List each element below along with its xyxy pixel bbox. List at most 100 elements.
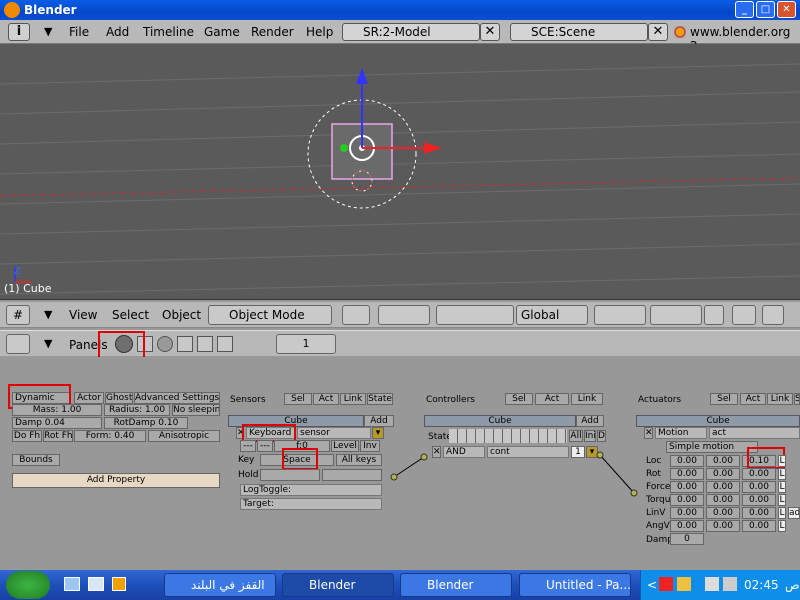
state-ini-button[interactable]: Ini [584,430,596,442]
start-button[interactable] [6,571,50,599]
actuator-delete-icon[interactable]: ✕ [644,427,653,439]
orientation-selector[interactable]: Global [516,305,588,325]
sensors-state-button[interactable]: State [367,393,393,405]
linv-add-toggle[interactable]: ad [788,507,800,519]
actuators-sel-button[interactable]: Sel [710,393,738,405]
show-desktop-icon[interactable] [64,577,80,591]
chevron-down-icon[interactable]: ▼ [44,337,52,350]
ghost-button[interactable]: Ghost [105,392,133,404]
target-field[interactable]: Target: [240,498,382,510]
angv-z-field[interactable]: 0.00 [742,520,776,532]
angv-x-field[interactable]: 0.00 [670,520,704,532]
manipulator-buttons[interactable] [436,305,514,325]
torque-x-field[interactable]: 0.00 [670,494,704,506]
close-button[interactable]: ✕ [777,1,796,18]
rot-y-field[interactable]: 0.00 [706,468,740,480]
sensor-expand-icon[interactable]: ▾ [372,427,384,439]
bounds-button[interactable]: Bounds [12,454,60,466]
sensors-link-button[interactable]: Link [340,393,366,405]
torque-local-toggle[interactable]: L [778,494,786,506]
taskbar-item-blender-2[interactable]: Blender [400,573,512,597]
pulse-true-button[interactable]: --- [240,440,256,452]
scene-delete-button[interactable]: ✕ [648,23,668,41]
minimize-button[interactable]: _ [735,1,754,18]
anisotropic-button[interactable]: Anisotropic [148,430,220,442]
menu-timeline[interactable]: Timeline [143,25,194,39]
chevron-left-icon[interactable]: < [647,578,657,592]
layer-buttons[interactable] [594,305,646,325]
force-local-toggle[interactable]: L [778,481,786,493]
rot-x-field[interactable]: 0.00 [670,468,704,480]
do-fh-button[interactable]: Do Fh [12,430,42,442]
force-x-field[interactable]: 0.00 [670,481,704,493]
taskbar-item-blender-1[interactable]: Blender [282,573,394,597]
level-button[interactable]: Level [331,440,359,452]
scene-panel-icon[interactable] [217,336,233,352]
link-icon[interactable] [732,305,756,325]
taskbar-item-browser[interactable]: القفز في البلند [164,573,276,597]
menu-file[interactable]: File [69,25,89,39]
menu-game[interactable]: Game [204,25,240,39]
actuators-link-button[interactable]: Link [767,393,793,405]
actuators-state-button[interactable]: S [794,393,800,405]
rot-z-field[interactable]: 0.00 [742,468,776,480]
linv-y-field[interactable]: 0.00 [706,507,740,519]
angv-local-toggle[interactable]: L [778,520,786,532]
controllers-act-button[interactable]: Act [535,393,569,405]
form-field[interactable]: Form: 0.40 [74,430,146,442]
actuators-act-button[interactable]: Act [740,393,766,405]
controllers-link-button[interactable]: Link [571,393,603,405]
radius-field[interactable]: Radius: 1.00 [104,404,170,416]
sensors-act-button[interactable]: Act [313,393,339,405]
switch-windows-icon[interactable] [88,577,104,591]
state-grid[interactable] [449,429,567,443]
hold-field-1[interactable] [260,469,320,481]
no-sleeping-button[interactable]: No sleeping [172,404,220,416]
add-property-button[interactable]: Add Property [12,473,220,488]
state-debug-button[interactable]: D [597,430,606,442]
invert-button[interactable]: Inv [360,440,380,452]
damp-slider[interactable]: Damp 0.04 [12,417,102,429]
chevron-down-icon[interactable]: ▼ [44,308,52,321]
select-menu[interactable]: Select [112,308,149,322]
screen-delete-button[interactable]: ✕ [480,23,500,41]
taskbar-item-paint[interactable]: Untitled - Pa... [519,573,631,597]
view-menu[interactable]: View [69,308,97,322]
page-field[interactable]: 1 [276,334,336,354]
menu-help[interactable]: Help [306,25,333,39]
info-icon[interactable]: i [8,23,30,41]
controllers-add-button[interactable]: Add [576,415,604,427]
loc-local-toggle[interactable]: L [778,455,786,467]
tray-app-icon-2[interactable] [677,577,691,591]
rotdamp-slider[interactable]: RotDamp 0.10 [104,417,188,429]
editor-type-icon[interactable] [6,334,30,354]
network-icon[interactable] [705,577,719,591]
all-keys-button[interactable]: All keys [336,454,382,466]
screen-selector[interactable]: SR:2-Model [342,23,480,41]
linv-x-field[interactable]: 0.00 [670,507,704,519]
menu-add[interactable]: Add [106,25,129,39]
media-player-icon[interactable] [112,577,126,591]
3d-viewport[interactable]: Z (1) Cube [0,44,800,300]
force-y-field[interactable]: 0.00 [706,481,740,493]
controllers-sel-button[interactable]: Sel [505,393,533,405]
lock-icon[interactable] [704,305,724,325]
state-all-button[interactable]: All [569,430,583,442]
hold-field-2[interactable] [322,469,382,481]
rot-fh-button[interactable]: Rot Fh [43,430,73,442]
pulse-false-button[interactable]: --- [257,440,273,452]
force-z-field[interactable]: 0.00 [742,481,776,493]
tray-app-icon[interactable] [659,577,673,591]
object-menu[interactable]: Object [162,308,201,322]
loc-x-field[interactable]: 0.00 [670,455,704,467]
motion-type-dropdown[interactable]: Simple motion [666,441,758,453]
angv-y-field[interactable]: 0.00 [706,520,740,532]
mode-selector[interactable]: Object Mode [208,305,332,325]
render-icon[interactable] [762,305,784,325]
chevron-down-icon[interactable]: ▼ [44,25,52,38]
advanced-settings-button[interactable]: Advanced Settings [134,392,220,404]
actuator-type-dropdown[interactable]: Motion [655,427,707,439]
actor-button[interactable]: Actor [74,392,104,404]
pivot-icon[interactable] [378,305,430,325]
layer-buttons-2[interactable] [650,305,702,325]
